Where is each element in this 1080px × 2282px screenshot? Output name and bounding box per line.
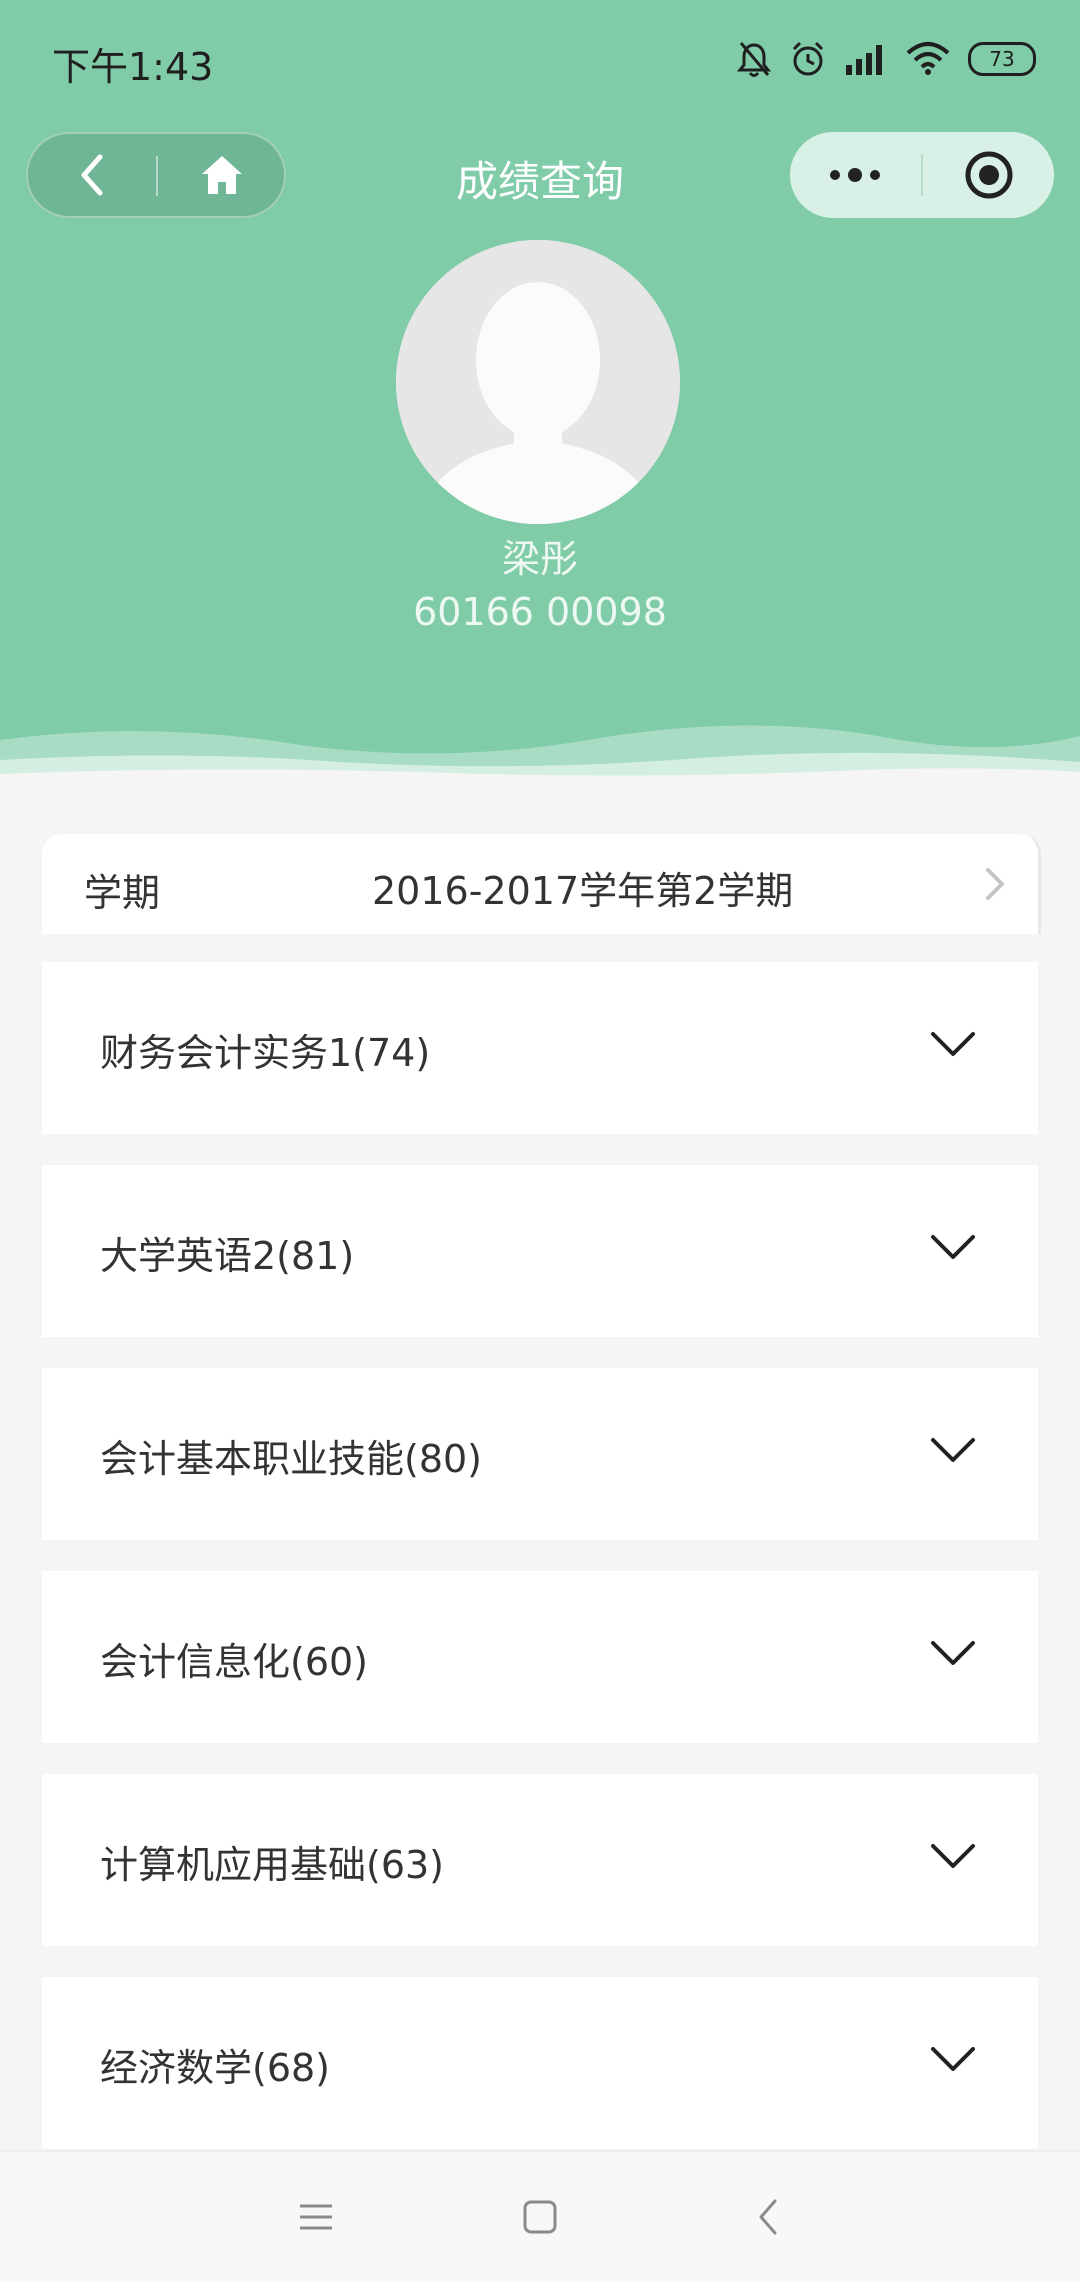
- term-selector[interactable]: 学期 2016-2017学年第2学期: [42, 834, 1041, 934]
- term-value: 2016-2017学年第2学期: [372, 869, 794, 913]
- back-button[interactable]: [28, 134, 156, 216]
- chevron-down-icon: [931, 1641, 975, 1665]
- chevron-down-icon: [931, 1032, 975, 1056]
- course-name: 经济数学(68): [100, 2046, 331, 2090]
- page-title: 成绩查询: [455, 157, 624, 206]
- course-item[interactable]: 会计信息化(60): [42, 1571, 1038, 1743]
- profile-header: 下午1:43 73 成绩查询 梁彤 60166 00098: [0, 0, 1080, 790]
- course-item[interactable]: 大学英语2(81): [42, 1165, 1038, 1337]
- course-item[interactable]: 经济数学(68): [42, 1977, 1038, 2149]
- course-name: 财务会计实务1(74): [100, 1031, 431, 1075]
- chevron-down-icon: [931, 1438, 975, 1462]
- back-arrow-icon: [81, 154, 103, 196]
- target-close-icon: [965, 151, 1013, 199]
- back-nav-icon: [759, 2199, 777, 2235]
- battery-level: 73: [989, 47, 1015, 71]
- home-button[interactable]: [158, 134, 286, 216]
- square-home-icon: [523, 2200, 557, 2234]
- wifi-icon: [906, 42, 950, 75]
- capsule-divider: [921, 154, 923, 196]
- course-item[interactable]: 会计基本职业技能(80): [42, 1368, 1038, 1540]
- home-nav-button[interactable]: [500, 2182, 580, 2252]
- course-name: 大学英语2(81): [100, 1234, 355, 1278]
- back-nav-button[interactable]: [728, 2182, 808, 2252]
- mini-program-capsule: [790, 132, 1054, 218]
- course-item[interactable]: 财务会计实务1(74): [42, 962, 1038, 1134]
- system-navigation-bar: [0, 2150, 1080, 2282]
- more-dots-icon: [830, 168, 880, 182]
- avatar[interactable]: [396, 240, 680, 524]
- bell-muted-icon: [736, 42, 772, 77]
- course-name: 计算机应用基础(63): [100, 1843, 445, 1887]
- avatar-placeholder-icon: [396, 240, 680, 524]
- signal-icon: [846, 45, 882, 75]
- status-icons: 73: [736, 34, 1036, 84]
- more-button[interactable]: [790, 132, 920, 218]
- status-bar: 下午1:43 73: [0, 0, 1080, 120]
- home-icon: [202, 156, 242, 194]
- menu-button[interactable]: [276, 2182, 356, 2252]
- chevron-down-icon: [931, 2047, 975, 2071]
- user-name: 梁彤: [501, 537, 578, 581]
- student-id: 60166 00098: [413, 590, 667, 634]
- status-time: 下午1:43: [52, 45, 214, 89]
- chevron-down-icon: [931, 1235, 975, 1259]
- battery-icon: 73: [968, 42, 1036, 76]
- menu-icon: [300, 2204, 332, 2230]
- course-name: 会计信息化(60): [100, 1640, 369, 1684]
- course-name: 会计基本职业技能(80): [100, 1437, 483, 1481]
- alarm-icon: [792, 41, 824, 76]
- nav-capsule: [26, 132, 286, 218]
- term-label: 学期: [84, 871, 161, 915]
- chevron-down-icon: [931, 1844, 975, 1868]
- chevron-right-icon: [986, 868, 1004, 900]
- close-button[interactable]: [924, 132, 1054, 218]
- header-wave: [0, 725, 1080, 790]
- course-item[interactable]: 计算机应用基础(63): [42, 1774, 1038, 1946]
